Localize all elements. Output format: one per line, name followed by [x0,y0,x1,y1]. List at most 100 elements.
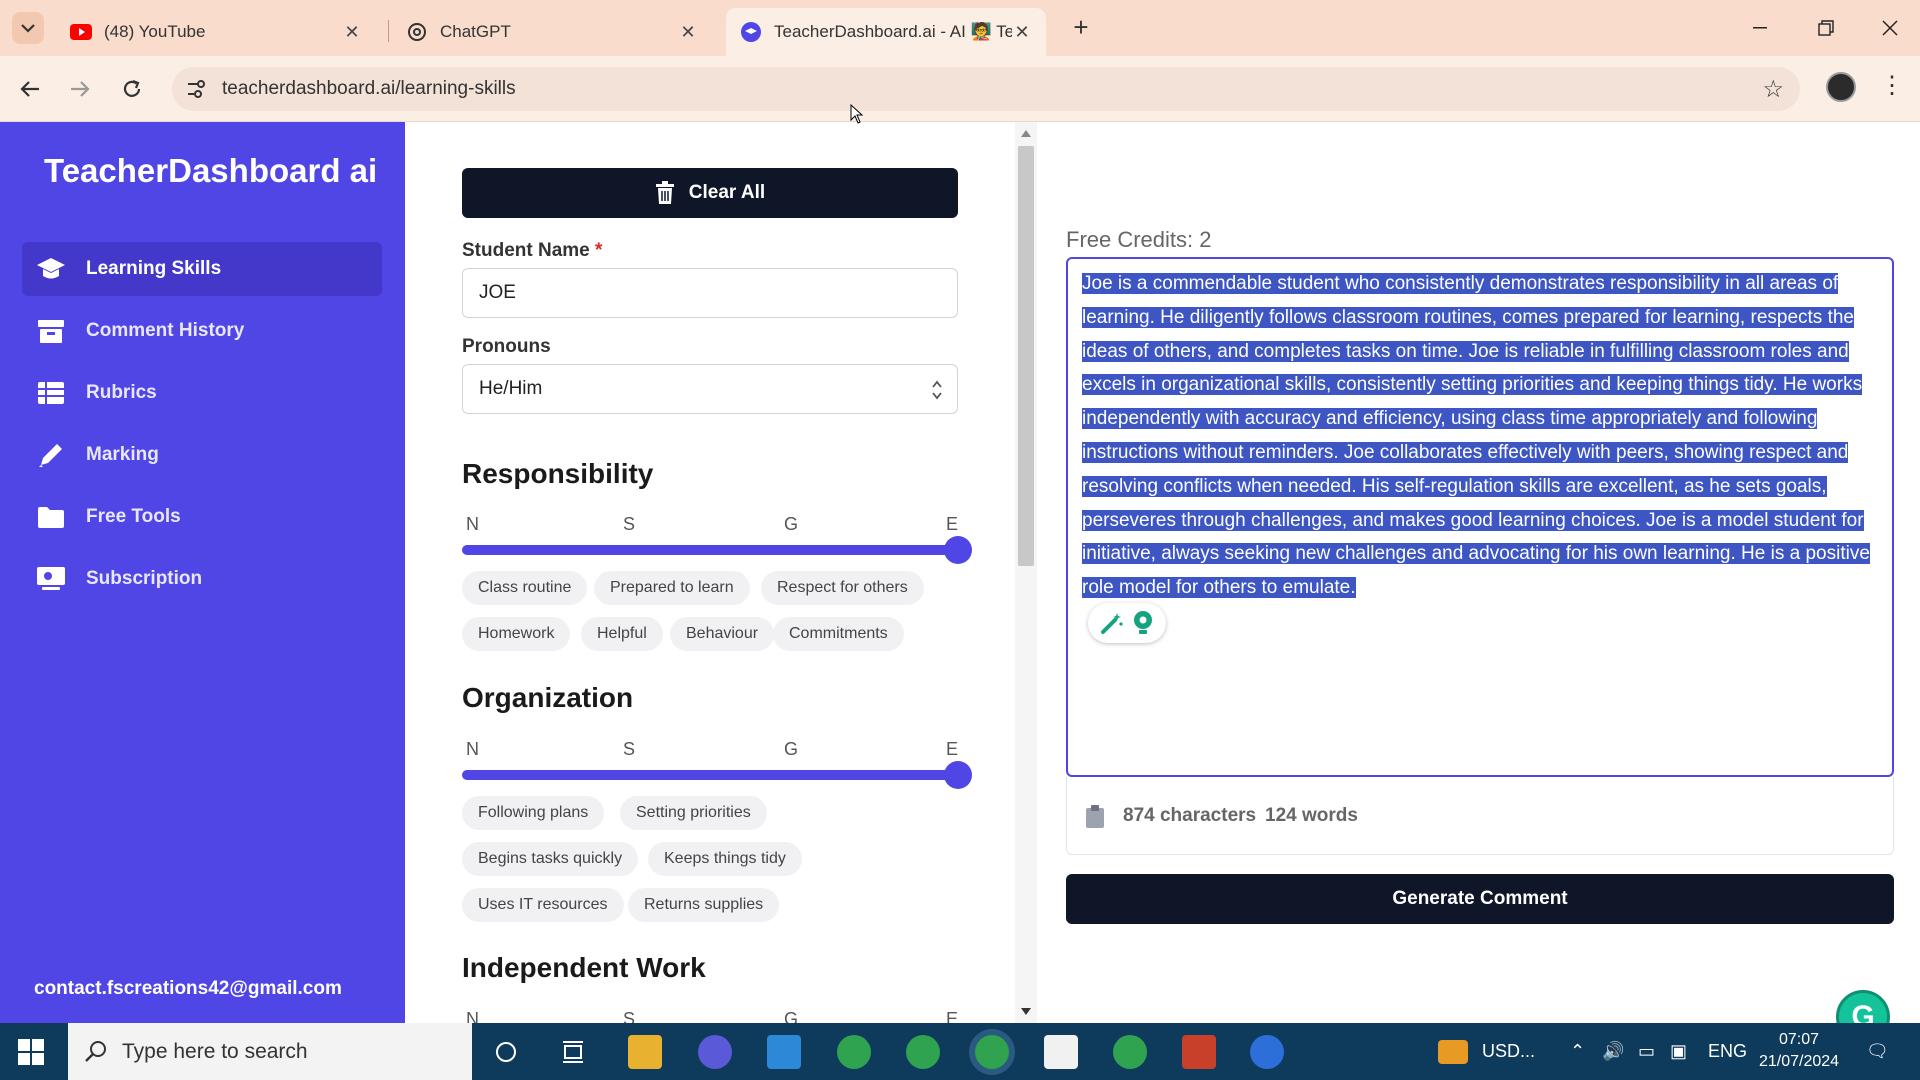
clear-all-button[interactable]: Clear All [462,168,958,218]
character-count: 874 characters [1123,805,1257,826]
taskbar-search-placeholder: Type here to search [122,1039,308,1063]
profile-avatar[interactable] [1826,72,1856,102]
scale-label-e: E [946,1009,959,1023]
address-bar[interactable]: teacherdashboard.ai/learning-skills ☆ [172,67,1800,111]
scrollbar-thumb[interactable] [1018,146,1034,566]
generated-comment[interactable]: Joe is a commendable student who consist… [1082,267,1882,605]
minimize-button[interactable] [1742,12,1778,44]
chip-helpful[interactable]: Helpful [581,617,663,651]
volume-icon[interactable]: 🔊 [1602,1023,1624,1080]
reload-icon [123,79,141,97]
section-title-organization: Organization [462,682,634,713]
copilot-icon[interactable] [698,1035,732,1069]
file-explorer-icon[interactable] [628,1035,662,1069]
taskbar-clock[interactable]: 07:07 21/07/2024 [1756,1029,1842,1073]
tray-chevron-icon[interactable]: ⌃ [1570,1023,1585,1080]
mail-icon[interactable] [767,1035,801,1069]
windows-start-icon[interactable] [18,1039,44,1065]
powerpoint-icon[interactable] [1182,1035,1216,1069]
chip-commitments[interactable]: Commitments [773,617,904,651]
slider-thumb[interactable] [944,536,972,564]
pronouns-select[interactable]: He/Him [462,364,958,414]
scale-label-s: S [623,1009,636,1023]
lightbulb-icon[interactable] [1131,610,1155,636]
restore-button[interactable] [1808,12,1844,44]
tab-teacherdashboard[interactable]: TeacherDashboard.ai - AI 🧑‍🏫 Te ✕ [726,8,1046,56]
comment-output-box[interactable]: Joe is a commendable student who consist… [1066,257,1894,777]
tab-title: TeacherDashboard.ai - AI 🧑‍🏫 Te [774,22,1012,41]
chrome-icon[interactable] [837,1035,871,1069]
chip-returns-supplies[interactable]: Returns supplies [628,888,780,922]
chevron-down-icon [21,24,35,33]
student-name-value: JOE [479,282,516,303]
chip-following-plans[interactable]: Following plans [462,796,605,830]
network-icon[interactable]: ▣ [1670,1023,1687,1080]
contact-email[interactable]: contact.fscreations42@gmail.com [34,978,342,1000]
chrome-active-icon[interactable] [975,1035,1009,1069]
archive-icon [36,316,66,346]
chrome-icon[interactable] [906,1035,940,1069]
scale-label-s: S [623,739,636,759]
grammarly-suggestions[interactable] [1088,603,1166,643]
sidebar-item-subscription[interactable]: Subscription [22,552,382,606]
notifications-icon[interactable]: 🗨 [1866,1023,1889,1080]
sidebar-item-label: Rubrics [86,382,157,403]
back-button[interactable] [14,73,46,105]
scale-label-g: G [784,514,799,534]
tab-chatgpt[interactable]: ChatGPT ✕ [392,8,712,56]
battery-icon[interactable]: ▭ [1638,1023,1655,1080]
chip-prepared-to-learn[interactable]: Prepared to learn [594,571,750,605]
form-scrollbar[interactable] [1015,122,1037,1023]
chip-begins-tasks-quickly[interactable]: Begins tasks quickly [462,842,639,876]
taskbar-search-box[interactable]: Type here to search [68,1023,472,1080]
sidebar-item-free-tools[interactable]: Free Tools [22,490,382,544]
site-info-icon[interactable] [182,75,210,103]
tab-title: (48) YouTube [104,22,206,41]
close-icon[interactable]: ✕ [342,22,362,42]
sidebar-item-marking[interactable]: Marking [22,428,382,482]
tab-search-button[interactable] [12,12,44,44]
magic-wand-icon[interactable] [1099,610,1125,636]
sidebar-item-label: Subscription [86,568,203,589]
chip-setting-priorities[interactable]: Setting priorities [620,796,767,830]
sidebar-item-learning-skills[interactable]: Learning Skills [22,242,382,296]
settings-gear-icon[interactable] [1250,1035,1284,1069]
subscription-icon [36,564,66,594]
bookmark-star-icon[interactable]: ☆ [1762,75,1784,104]
scroll-down-arrow-icon[interactable] [1021,1008,1031,1015]
close-window-button[interactable] [1872,12,1908,44]
language-indicator[interactable]: ENG [1708,1023,1747,1080]
generate-comment-button[interactable]: Generate Comment [1066,874,1894,924]
chip-class-routine[interactable]: Class routine [462,571,588,605]
close-icon[interactable]: ✕ [678,22,698,42]
weather-ticker[interactable]: USD... [1438,1023,1535,1080]
new-tab-button[interactable]: + [1068,14,1094,42]
sidebar-item-comment-history[interactable]: Comment History [22,304,382,358]
tab-youtube[interactable]: (48) YouTube ✕ [56,8,376,56]
chip-behaviour[interactable]: Behaviour [670,617,775,651]
sidebar-item-rubrics[interactable]: Rubrics [22,366,382,420]
clipboard-icon[interactable] [1085,805,1105,834]
youtube-icon [70,21,92,43]
close-icon [1882,20,1898,36]
browser-menu-icon[interactable]: ⋮ [1880,74,1904,102]
brand-title[interactable]: TeacherDashboard ai [44,152,377,190]
organization-slider[interactable] [462,761,972,789]
chip-keeps-things-tidy[interactable]: Keeps things tidy [648,842,802,876]
slider-thumb[interactable] [944,761,972,789]
close-icon[interactable]: ✕ [1012,22,1032,42]
table-icon [36,378,66,408]
chip-uses-it-resources[interactable]: Uses IT resources [462,888,624,922]
chip-homework[interactable]: Homework [462,617,571,651]
scroll-up-arrow-icon[interactable] [1021,130,1031,137]
responsibility-slider[interactable] [462,536,972,564]
microsoft-store-icon[interactable] [1044,1035,1078,1069]
forward-button[interactable] [64,73,96,105]
chrome-icon[interactable] [1113,1035,1147,1069]
chip-respect-for-others[interactable]: Respect for others [761,571,924,605]
cortana-icon[interactable] [489,1035,523,1069]
slider-fill [462,770,958,780]
student-name-input[interactable]: JOE [462,268,958,318]
task-view-icon[interactable] [556,1035,590,1069]
reload-button[interactable] [116,73,148,105]
